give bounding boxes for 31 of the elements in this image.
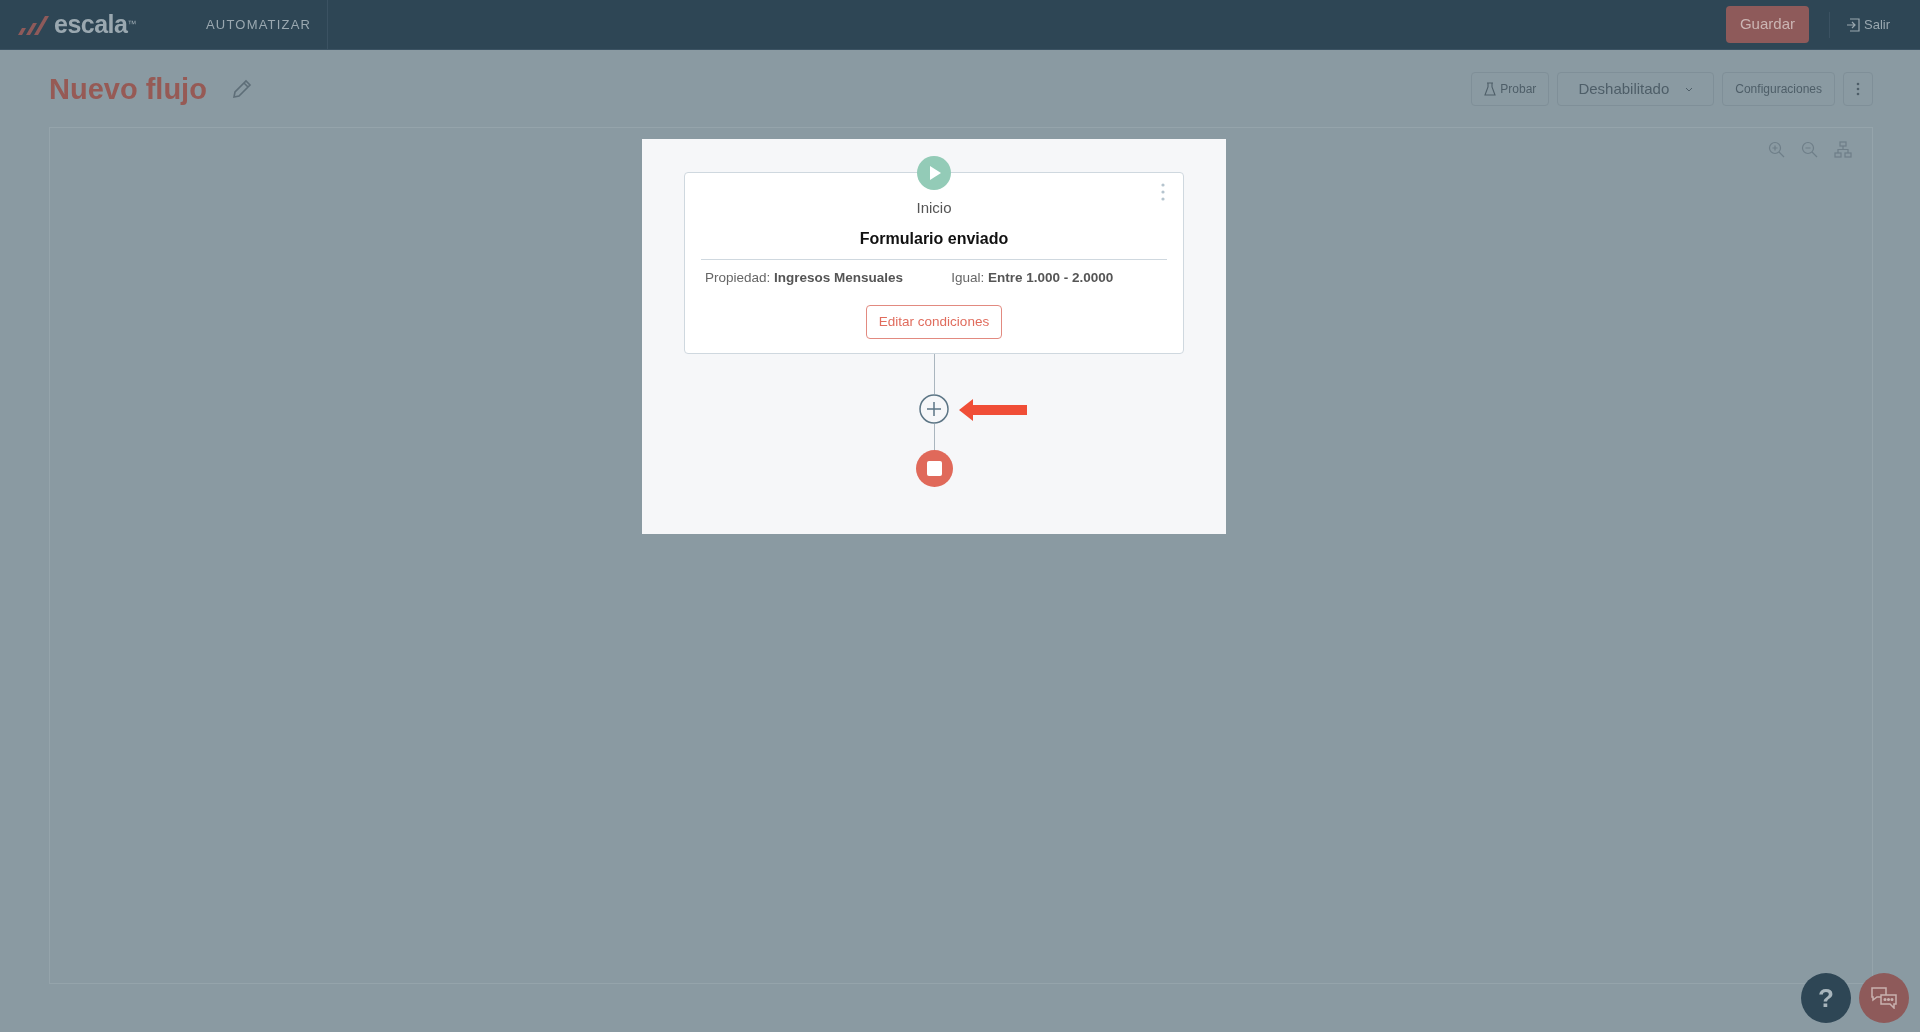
more-icon	[1856, 82, 1860, 97]
exit-icon	[1846, 17, 1860, 32]
page-title: Nuevo flujo	[49, 72, 207, 107]
logo-text: escala	[54, 8, 128, 40]
chat-icon	[1871, 987, 1897, 1009]
settings-button[interactable]: Configuraciones	[1722, 72, 1835, 107]
help-button[interactable]: ?	[1801, 973, 1851, 1023]
status-dropdown[interactable]: Deshabilitado	[1557, 72, 1715, 107]
flask-icon	[1484, 82, 1497, 97]
node-label: Inicio	[915, 197, 953, 218]
edit-conditions-button[interactable]: Editar condiciones	[865, 304, 1003, 339]
zoom-in-icon[interactable]	[1768, 140, 1785, 158]
condition-text: Propiedad: Ingresos Mensuales	[705, 269, 904, 288]
trademark-text: ™	[127, 18, 137, 29]
arrow-icon	[959, 398, 1027, 421]
zoom-out-icon[interactable]	[1801, 140, 1818, 158]
more-button[interactable]	[1843, 72, 1873, 107]
exit-link[interactable]: Salir	[1846, 14, 1890, 35]
edit-icon[interactable]	[230, 78, 253, 101]
node-title: Formulario enviado	[858, 229, 1010, 250]
chat-button[interactable]	[1859, 973, 1909, 1023]
logo-icon	[16, 13, 50, 36]
hierarchy-icon[interactable]	[1834, 140, 1852, 158]
test-button[interactable]: Probar	[1471, 72, 1550, 107]
add-step-icon[interactable]	[919, 393, 949, 424]
caret-icon	[1685, 86, 1694, 92]
more-icon[interactable]	[1161, 182, 1165, 201]
condition-text: Igual: Entre 1.000 - 2.0000	[951, 269, 1114, 288]
nav-link[interactable]: AUTOMATIZAR	[206, 14, 312, 35]
stop-icon	[915, 449, 953, 487]
save-button[interactable]: Guardar	[1725, 6, 1809, 43]
